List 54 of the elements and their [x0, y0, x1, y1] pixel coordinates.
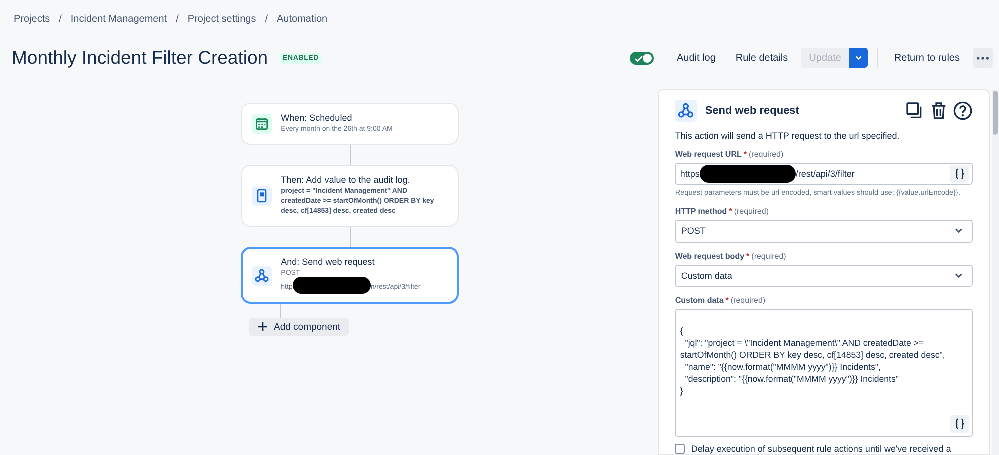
required-asterisk: * [729, 207, 732, 216]
required-asterisk: * [746, 252, 750, 261]
panel-description: This action will send a HTTP request to the url specified. [675, 131, 901, 141]
scrollbar[interactable] [992, 89, 999, 455]
required-note: (required) [748, 150, 784, 159]
enable-toggle[interactable] [630, 52, 654, 64]
toggle-knob [642, 54, 652, 62]
breadcrumb-link[interactable]: Automation [277, 14, 328, 24]
select-field[interactable]: Custom data [675, 264, 974, 287]
required-asterisk: * [726, 296, 729, 305]
breadcrumb-link[interactable]: Projects [14, 14, 50, 24]
panel-title: Send web request [705, 105, 800, 117]
required-note: (required) [752, 252, 786, 261]
select-value: POST [681, 226, 706, 236]
select-field[interactable]: POST [675, 220, 974, 243]
step-title: When: Scheduled [281, 113, 354, 123]
smart-value-button[interactable] [950, 165, 970, 184]
add-component-button[interactable]: Add component [249, 318, 349, 336]
step-title: And: Send web request [281, 257, 376, 267]
breadcrumb-separator: / [59, 14, 62, 24]
step-title: Then: Add value to the audit log. [281, 175, 412, 185]
required-asterisk: * [744, 150, 747, 159]
webhook-icon [254, 268, 270, 284]
breadcrumb-link[interactable]: Incident Management [70, 14, 168, 24]
field-label: Web request body [675, 252, 745, 261]
dropdown-button[interactable] [849, 48, 868, 68]
breadcrumb-link[interactable]: Project settings [188, 14, 256, 24]
field-label: Web request URL [675, 150, 742, 159]
custom-data-text: { "jql": "project = \"Incident Management\" AND createdDate >= startOfMonth() ORDER BY key desc, cf[14853] desc, created desc", "name": "{{now.format("MMMM yyyy")}} Incidents", "description": "{{now.format("MMMM yyyy")}} Incidents" } [680, 324, 946, 397]
checkbox[interactable] [675, 444, 686, 454]
more-icon [977, 56, 989, 60]
custom-data-field[interactable] [675, 308, 974, 437]
more-button[interactable] [973, 48, 993, 68]
url-input-field[interactable]: https /rest/api/3/filter [675, 163, 974, 186]
field-label: HTTP method [675, 207, 728, 216]
page-title: Monthly Incident Filter Creation [12, 47, 268, 69]
toolbar-button[interactable]: Return to rules [887, 48, 967, 68]
select-value: Custom data [681, 270, 732, 281]
breadcrumb-separator: / [265, 14, 268, 24]
plus-icon [257, 321, 269, 333]
smart-value-button[interactable] [950, 415, 970, 433]
toolbar-button[interactable]: Rule details [728, 48, 796, 68]
help-icon [953, 101, 974, 121]
checkbox-label: Delay execution of subsequent rule actions until we've received a [691, 444, 952, 454]
toolbar-button[interactable]: Audit log [670, 48, 723, 68]
check-icon [634, 54, 644, 64]
breadcrumb-separator: / [176, 14, 179, 24]
calendar-icon [254, 116, 270, 132]
url-text-end: /rest/api/3/filter [796, 169, 855, 180]
required-note: (required) [730, 296, 766, 305]
field-label: Custom data [675, 296, 724, 305]
url-text-start: https [680, 169, 700, 180]
required-note: (required) [734, 207, 769, 216]
webhook-icon [677, 102, 696, 120]
